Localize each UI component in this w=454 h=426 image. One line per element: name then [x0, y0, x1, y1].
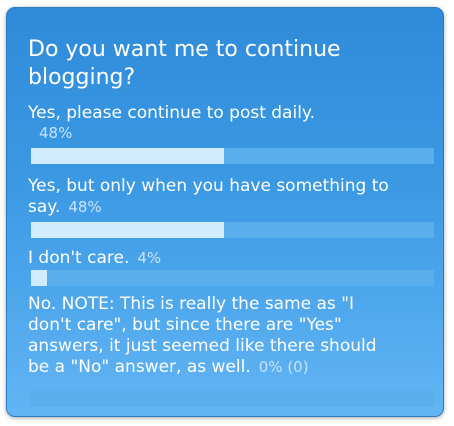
- poll-result-fill: [31, 148, 225, 164]
- poll-result-fill: [31, 270, 48, 286]
- poll-question: Do you want me to continue blogging?: [28, 37, 341, 90]
- poll-option-1: Yes, please continue to post daily. 48%: [28, 103, 438, 142]
- poll-option-percent: 0% (0): [258, 358, 309, 376]
- poll-option-percent: 48%: [68, 198, 102, 216]
- poll-option-label-line: say.: [28, 197, 61, 217]
- poll-option-percent: 48%: [39, 124, 73, 142]
- poll-option-percent: 4%: [137, 249, 162, 267]
- poll-option-label-line: don't care", but since there are "Yes": [28, 315, 342, 335]
- poll-result-fill: [31, 222, 225, 238]
- poll-result-bar-1: [31, 148, 434, 164]
- poll-result-bar-4: [31, 391, 434, 407]
- poll-widget: Do you want me to continue blogging? Yes…: [6, 7, 444, 417]
- poll-option-label: Yes, please continue to post daily.: [28, 103, 315, 123]
- poll-option-2: Yes, but only when you have something to…: [28, 176, 438, 218]
- poll-result-bar-2: [31, 222, 434, 238]
- poll-option-label-line: be a "No" answer, as well.: [28, 357, 251, 377]
- poll-option-label-line: Yes, but only when you have something to: [28, 176, 389, 196]
- poll-option-label-line: No. NOTE: This is really the same as "I: [28, 294, 355, 314]
- poll-option-label-line: answers, it just seemed like there shoul…: [28, 336, 377, 356]
- poll-option-3: I don't care. 4%: [28, 248, 438, 269]
- poll-option-label: I don't care.: [28, 248, 130, 268]
- poll-option-4: No. NOTE: This is really the same as "I …: [28, 294, 438, 378]
- poll-result-bar-3: [31, 270, 434, 286]
